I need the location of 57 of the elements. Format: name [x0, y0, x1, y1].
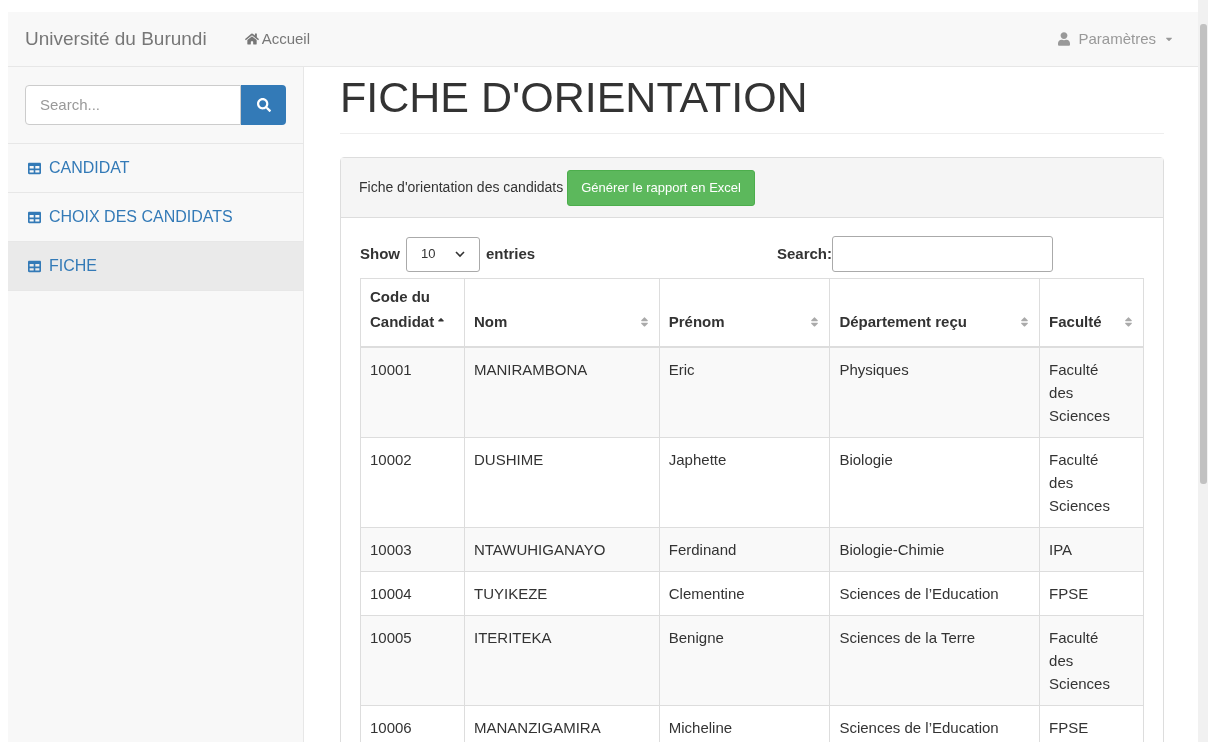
table-cell: 10004 [360, 571, 465, 615]
table-icon [27, 210, 42, 224]
table-cell: Biologie-Chimie [829, 527, 1040, 571]
table-cell: IPA [1039, 527, 1144, 571]
column-header[interactable]: Prénom [659, 278, 830, 347]
table-cell: Japhette [659, 437, 830, 527]
table-cell: Sciences de la Terre [829, 615, 1040, 705]
settings-menu[interactable]: Paramètres [1058, 27, 1174, 51]
home-icon [244, 32, 259, 46]
sort-icon[interactable] [1123, 316, 1134, 329]
sidebar-item[interactable]: FICHE [8, 242, 303, 291]
search-icon [256, 98, 271, 112]
export-excel-button[interactable]: Générer le rapport en Excel [567, 169, 755, 206]
table-icon [27, 259, 42, 273]
column-header[interactable]: Code du Candidat [360, 278, 465, 347]
table-cell: FPSE [1039, 571, 1144, 615]
column-header[interactable]: Faculté [1039, 278, 1144, 347]
table-cell: Faculté des Sciences [1039, 346, 1144, 437]
table-cell: Biologie [829, 437, 1040, 527]
show-label: Show [360, 243, 400, 264]
column-header[interactable]: Nom [464, 278, 660, 347]
table-cell: Faculté des Sciences [1039, 437, 1144, 527]
table-cell: DUSHIME [464, 437, 660, 527]
entries-label: entries [486, 243, 536, 264]
table-cell: MANIRAMBONA [464, 346, 660, 437]
table-cell: Benigne [659, 615, 830, 705]
chevron-down-icon [455, 250, 465, 258]
table-cell: 10005 [360, 615, 465, 705]
home-link[interactable]: Accueil [244, 27, 310, 51]
search-button[interactable] [241, 85, 286, 125]
table-cell: Clementine [659, 571, 830, 615]
table-cell: 10002 [360, 437, 465, 527]
table-cell: Faculté des Sciences [1039, 615, 1144, 705]
table-icon [27, 161, 42, 175]
user-icon [1058, 32, 1071, 46]
table-cell: Eric [659, 346, 830, 437]
table-cell: Ferdinand [659, 527, 830, 571]
table-cell: 10001 [360, 346, 465, 437]
search-label: Search: [776, 243, 832, 264]
table-cell: Physiques [829, 346, 1040, 437]
table-cell: 10006 [360, 705, 465, 742]
table-cell: NTAWUHIGANAYO [464, 527, 660, 571]
table-cell: ITERITEKA [464, 615, 660, 705]
table-search-field[interactable] [832, 236, 1053, 272]
scrollbar[interactable] [1198, 0, 1208, 742]
sort-icon[interactable] [1019, 316, 1031, 329]
table-cell: TUYIKEZE [464, 571, 660, 615]
panel-heading: Fiche d'orientation des candidats [359, 178, 564, 197]
entries-select[interactable]: 10 [406, 236, 480, 272]
table-cell: Sciences de l’Education [829, 571, 1040, 615]
sort-icon[interactable] [638, 316, 650, 329]
page-title: FICHE D'ORIENTATION [340, 72, 809, 123]
brand-title[interactable]: Université du Burundi [25, 24, 207, 54]
sort-icon[interactable] [809, 316, 821, 329]
column-header[interactable]: Département reçu [829, 278, 1040, 347]
table-cell: 10003 [360, 527, 465, 571]
sidebar-search-field[interactable]: Search... [25, 85, 241, 125]
